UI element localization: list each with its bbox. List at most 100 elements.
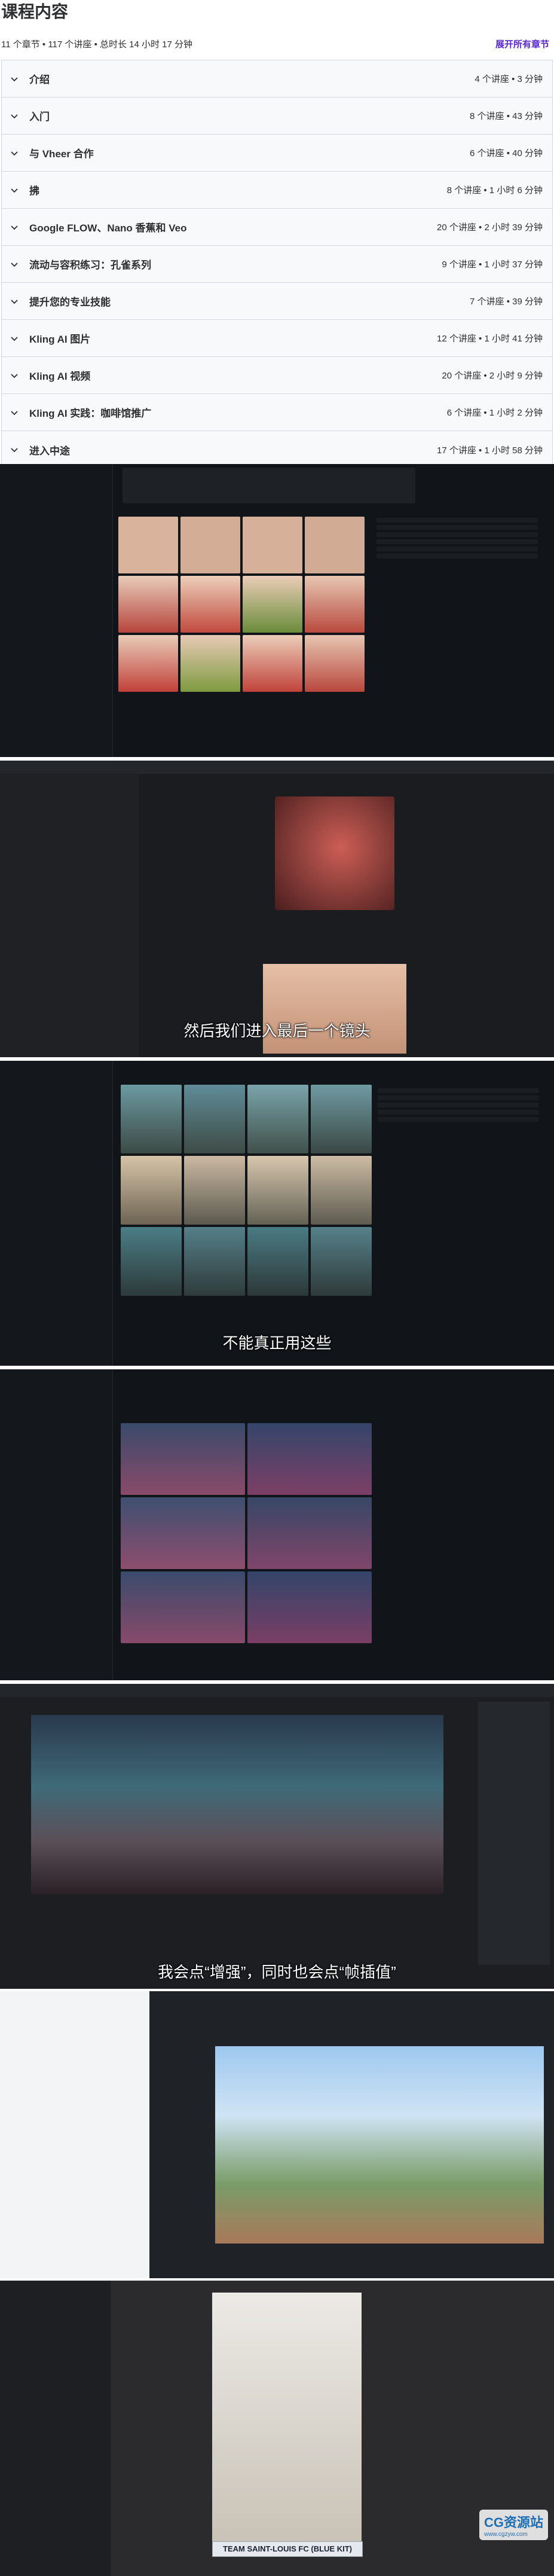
section-title: Kling AI 视频 — [29, 371, 91, 382]
section-row[interactable]: Google FLOW、Nano 香蕉和 Veo 20 个讲座 • 2 小时 39… — [2, 209, 552, 246]
section-row[interactable]: 进入中途 17 个讲座 • 1 小时 58 分钟 — [2, 431, 552, 468]
image-tile[interactable] — [118, 576, 178, 633]
sidebar — [0, 1061, 113, 1366]
toolbar — [0, 1684, 554, 1697]
image-tile[interactable] — [184, 1085, 245, 1153]
watermark-sub: www.cgzyw.com — [483, 2531, 528, 2538]
page-title: 课程内容 — [1, 2, 69, 21]
image-tile[interactable] — [121, 1156, 182, 1225]
image-tile[interactable] — [243, 576, 302, 633]
section-row[interactable]: Kling AI 图片 12 个讲座 • 1 小时 41 分钟 — [2, 320, 552, 357]
image-tile[interactable] — [311, 1085, 372, 1153]
section-row[interactable]: 与 Vheer 合作 6 个讲座 • 40 分钟 — [2, 135, 552, 172]
section-row[interactable]: 介绍 4 个讲座 • 3 分钟 — [2, 60, 552, 97]
screenshot-editor-2: 我会点“增强”，同时也会点“帧插值” — [0, 1684, 554, 1989]
section-row[interactable]: 流动与容积练习：孔雀系列 9 个讲座 • 1 小时 37 分钟 — [2, 246, 552, 283]
course-content-header: 课程内容 11 个章节 • 117 个讲座 • 总时长 14 小时 17 分钟 … — [0, 0, 554, 60]
chevron-down-icon — [9, 333, 20, 344]
chevron-down-icon — [9, 296, 20, 307]
section-row[interactable]: 拂 8 个讲座 • 1 小时 6 分钟 — [2, 172, 552, 209]
sidebar — [0, 761, 138, 1057]
course-summary: 11 个章节 • 117 个讲座 • 总时长 14 小时 17 分钟 — [1, 39, 193, 50]
image-tile[interactable] — [243, 517, 302, 573]
toolbar — [0, 761, 554, 774]
section-title: 提升您的专业技能 — [29, 297, 111, 308]
preview-image[interactable] — [215, 2046, 544, 2244]
image-tile[interactable] — [247, 1497, 372, 1569]
section-meta: 8 个讲座 • 1 小时 6 分钟 — [446, 185, 543, 196]
properties-panel — [478, 1702, 550, 1965]
screenshot-image-grid-3 — [0, 1369, 554, 1680]
image-tile[interactable] — [180, 517, 240, 573]
image-tile[interactable] — [121, 1571, 245, 1643]
section-title: 入门 — [29, 111, 50, 123]
image-tile[interactable] — [121, 1497, 245, 1569]
image-tile[interactable] — [311, 1156, 372, 1225]
sidebar — [0, 1369, 113, 1680]
image-tile[interactable] — [247, 1227, 308, 1296]
image-tile[interactable] — [121, 1085, 182, 1153]
section-meta: 12 个讲座 • 1 小时 41 分钟 — [437, 334, 543, 344]
section-meta: 8 个讲座 • 43 分钟 — [470, 111, 543, 121]
image-tile[interactable] — [121, 1423, 245, 1495]
image-tile[interactable] — [243, 635, 302, 692]
video-subtitle: 不能真正用这些 — [222, 1334, 332, 1352]
expand-all-button[interactable]: 展开所有章节 — [495, 38, 549, 50]
image-tile[interactable] — [118, 517, 178, 573]
screenshot-editor-1: 然后我们进入最后一个镜头 — [0, 761, 554, 1057]
section-row[interactable]: Kling AI 视频 20 个讲座 • 2 小时 9 分钟 — [2, 357, 552, 394]
image-tile[interactable] — [247, 1571, 372, 1643]
section-row[interactable]: 提升您的专业技能 7 个讲座 • 39 分钟 — [2, 283, 552, 320]
section-title: 介绍 — [29, 74, 50, 86]
image-tile[interactable] — [184, 1227, 245, 1296]
image-tile[interactable] — [121, 1227, 182, 1296]
image-tile[interactable] — [247, 1085, 308, 1153]
image-tile[interactable] — [247, 1156, 308, 1225]
section-meta: 4 个讲座 • 3 分钟 — [475, 74, 543, 84]
section-meta: 9 个讲座 • 1 小时 37 分钟 — [442, 260, 543, 270]
image-tile[interactable] — [180, 635, 240, 692]
image-tile[interactable] — [305, 517, 365, 573]
section-meta: 6 个讲座 • 40 分钟 — [470, 148, 543, 158]
team-bar: TEAM SAINT-LOUIS FC (BLUE KIT) — [212, 2541, 363, 2557]
section-row[interactable]: 入门 8 个讲座 • 43 分钟 — [2, 97, 552, 135]
video-subtitle: 然后我们进入最后一个镜头 — [183, 1022, 371, 1040]
section-meta: 20 个讲座 • 2 小时 39 分钟 — [437, 222, 543, 233]
sections-list: 介绍 4 个讲座 • 3 分钟入门 8 个讲座 • 43 分钟与 Vheer 合作 6… — [1, 60, 553, 469]
image-tile[interactable] — [118, 635, 178, 692]
chevron-down-icon — [9, 370, 20, 381]
chevron-down-icon — [9, 222, 20, 233]
section-title: Google FLOW、Nano 香蕉和 Veo — [29, 222, 187, 234]
section-meta: 20 个讲座 • 2 小时 9 分钟 — [442, 371, 543, 381]
image-grid — [118, 517, 365, 692]
section-title: 与 Vheer 合作 — [29, 148, 94, 160]
chevron-down-icon — [9, 148, 20, 158]
image-tile[interactable] — [311, 1227, 372, 1296]
text-column — [377, 518, 538, 561]
section-title: 流动与容积练习：孔雀系列 — [29, 260, 151, 271]
screenshot-editor-3 — [0, 1991, 554, 2278]
chat-panel — [0, 1991, 150, 2278]
chevron-down-icon — [9, 259, 20, 270]
preview-image[interactable] — [31, 1715, 443, 1894]
image-tile[interactable] — [305, 576, 365, 633]
watermark: CG资源站 www.cgzyw.com — [479, 2510, 548, 2540]
image-grid — [121, 1423, 372, 1643]
prompt-box[interactable] — [123, 468, 415, 503]
image-tile[interactable] — [180, 576, 240, 633]
section-meta: 17 个讲座 • 1 小时 58 分钟 — [437, 445, 543, 456]
image-grid — [121, 1085, 372, 1296]
section-title: Kling AI 实践：咖啡馆推广 — [29, 408, 152, 419]
chevron-down-icon — [9, 407, 20, 418]
sidebar — [0, 464, 113, 757]
video-subtitle: 我会点“增强”，同时也会点“帧插值” — [158, 1963, 396, 1981]
preview-image[interactable] — [212, 2293, 362, 2544]
section-row[interactable]: Kling AI 实践：咖啡馆推广 6 个讲座 • 1 小时 2 分钟 — [2, 394, 552, 431]
image-tile[interactable] — [184, 1156, 245, 1225]
image-tile[interactable] — [247, 1423, 372, 1495]
chevron-down-icon — [9, 111, 20, 121]
watermark-main: CG资源站 — [483, 2515, 543, 2530]
image-tile[interactable] — [305, 635, 365, 692]
section-title: 拂 — [29, 185, 39, 197]
preview-image[interactable] — [275, 796, 394, 910]
